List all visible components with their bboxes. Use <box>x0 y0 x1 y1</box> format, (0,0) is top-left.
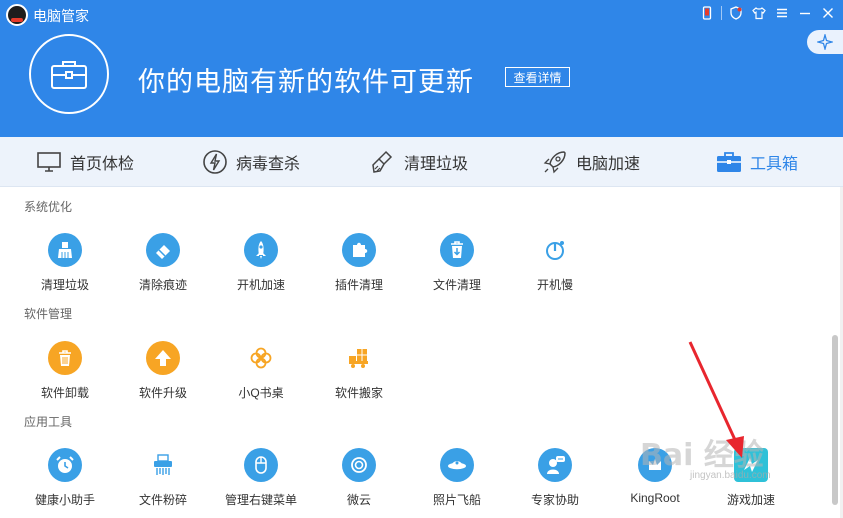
tool-label: 健康小助手 <box>34 493 95 507</box>
broom-icon <box>48 233 82 267</box>
tool-uninstall[interactable]: 软件卸载 <box>20 341 110 401</box>
minimize-icon[interactable] <box>796 4 814 22</box>
watermark-brand: Bai 经验 <box>640 438 764 473</box>
tab-home-checkup[interactable]: 首页体检 <box>36 137 134 187</box>
tool-plugin-clean[interactable]: 插件清理 <box>314 233 404 293</box>
shredder-icon <box>146 448 180 482</box>
phone-icon[interactable] <box>698 4 716 22</box>
scrollbar-thumb[interactable] <box>832 335 838 505</box>
tab-label: 清理垃圾 <box>404 156 469 173</box>
tool-label: 软件搬家 <box>334 386 383 400</box>
sparkle-icon[interactable] <box>807 30 843 54</box>
tab-clean-junk[interactable]: 清理垃圾 <box>370 137 468 187</box>
tool-label: 专家协助 <box>530 493 579 507</box>
tab-virus-scan[interactable]: 病毒查杀 <box>202 137 300 187</box>
close-icon[interactable] <box>819 4 837 22</box>
tool-slow-boot[interactable]: 开机慢 <box>510 233 600 293</box>
tool-label: 文件粉碎 <box>138 493 187 507</box>
header-bar: 电脑管家 你的电脑有新的软件可更新 查看详情 <box>0 0 843 137</box>
main-nav: 首页体检 病毒查杀 清理垃圾 电脑加速 工具箱 <box>0 137 843 187</box>
tool-label: 开机加速 <box>236 278 285 292</box>
tool-label: 微云 <box>346 493 371 507</box>
ufo-icon <box>440 448 474 482</box>
rocket-icon <box>244 233 278 267</box>
tool-move-software[interactable]: 软件搬家 <box>314 341 404 401</box>
tool-label: 软件升级 <box>138 386 187 400</box>
broom-icon <box>372 150 393 173</box>
tool-upgrade[interactable]: 软件升级 <box>118 341 208 401</box>
tool-qdesk[interactable]: 小Q书桌 <box>216 341 306 401</box>
up-arrow-icon <box>146 341 180 375</box>
toolbox-hero-icon <box>29 34 109 114</box>
divider <box>721 6 722 20</box>
tool-clean-junk[interactable]: 清理垃圾 <box>20 233 110 293</box>
window-controls <box>698 4 837 22</box>
eraser-icon <box>146 233 180 267</box>
tool-label: 小Q书桌 <box>238 386 284 400</box>
tool-boot-speedup[interactable]: 开机加速 <box>216 233 306 293</box>
mouse-icon <box>244 448 278 482</box>
tab-label: 电脑加速 <box>576 156 641 173</box>
tool-label: 清除痕迹 <box>138 278 187 292</box>
trash-download-icon <box>440 233 474 267</box>
trash-icon <box>48 341 82 375</box>
tab-label: 工具箱 <box>750 156 799 173</box>
watermark-url: jingyan.baidu.com <box>690 470 771 481</box>
tool-label: 软件卸载 <box>40 386 89 400</box>
power-icon <box>538 233 572 267</box>
tool-photo-ship[interactable]: 照片飞船 <box>412 448 502 508</box>
lightning-icon <box>203 150 227 174</box>
section-title-software: 软件管理 <box>24 307 73 321</box>
tool-file-clean[interactable]: 文件清理 <box>412 233 502 293</box>
tool-label: 开机慢 <box>536 278 573 292</box>
app-title: 电脑管家 <box>33 8 89 24</box>
tool-label: 插件清理 <box>334 278 383 292</box>
tool-weiyun[interactable]: 微云 <box>314 448 404 508</box>
tool-clear-traces[interactable]: 清除痕迹 <box>118 233 208 293</box>
tool-label: 照片飞船 <box>432 493 481 507</box>
tool-label: KingRoot <box>630 491 680 505</box>
tab-speed-up[interactable]: 电脑加速 <box>542 137 640 187</box>
tab-label: 首页体检 <box>70 156 135 173</box>
alarm-clock-icon <box>48 448 82 482</box>
tool-expert-assist[interactable]: 专家协助 <box>510 448 600 508</box>
qq-penguin-logo-icon <box>6 4 28 26</box>
section-title-system: 系统优化 <box>24 200 73 214</box>
tool-file-shredder[interactable]: 文件粉碎 <box>118 448 208 508</box>
tshirt-skin-icon[interactable] <box>750 4 768 22</box>
monitor-icon <box>37 152 61 172</box>
tab-label: 病毒查杀 <box>236 156 301 173</box>
cloud-icon <box>342 448 376 482</box>
tool-label: 游戏加速 <box>726 493 775 507</box>
section-title-apps: 应用工具 <box>24 415 73 429</box>
puzzle-icon <box>342 233 376 267</box>
tool-label: 清理垃圾 <box>40 278 89 292</box>
menu-icon[interactable] <box>773 4 791 22</box>
clover-icon <box>244 341 278 375</box>
toolbox-icon <box>717 152 741 172</box>
update-message: 你的电脑有新的软件可更新 <box>138 67 474 97</box>
tab-toolbox[interactable]: 工具箱 <box>716 137 798 187</box>
tool-label: 管理右键菜单 <box>224 493 297 507</box>
shield-icon[interactable] <box>727 4 745 22</box>
tool-health-assistant[interactable]: 健康小助手 <box>20 448 110 508</box>
expert-chat-icon <box>538 448 572 482</box>
tool-context-menu[interactable]: 管理右键菜单 <box>216 448 306 508</box>
tool-label: 文件清理 <box>432 278 481 292</box>
rocket-icon <box>543 151 566 174</box>
view-details-button[interactable]: 查看详情 <box>505 67 570 87</box>
truck-icon <box>342 341 376 375</box>
